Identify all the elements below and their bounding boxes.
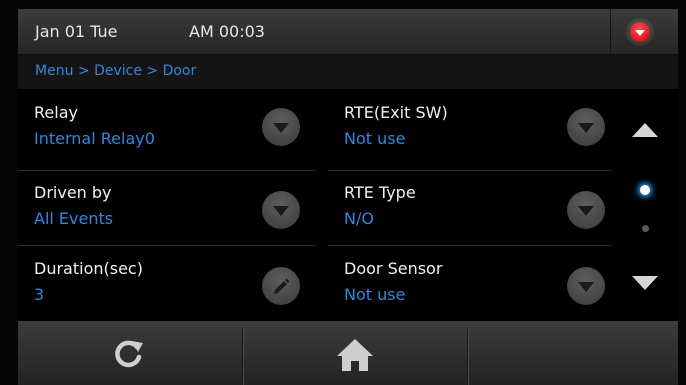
refresh-icon [115,340,143,368]
refresh-button[interactable] [18,321,242,385]
rte-type-label: RTE Type [344,183,416,202]
alert-button[interactable] [626,18,654,46]
driven-by-field[interactable]: Driven by All Events [18,169,326,243]
edit-button[interactable] [262,267,300,305]
door-sensor-value: Not use [344,285,406,304]
rte-exit-sw-field[interactable]: RTE(Exit SW) Not use [328,89,612,163]
driven-by-value: All Events [34,209,114,228]
scroll-down-icon[interactable] [632,276,658,290]
dropdown-icon[interactable] [567,191,605,229]
page-indicator-active [640,185,650,195]
date-text: Jan 01 Tue [35,22,118,41]
dropdown-icon[interactable] [567,108,605,146]
alert-icon [630,22,650,42]
rte-exit-sw-label: RTE(Exit SW) [344,103,448,122]
page-scroller [612,89,678,321]
time-text: AM 00:03 [189,22,265,41]
home-icon [337,339,373,371]
relay-label: Relay [34,103,78,122]
relay-value: Internal Relay0 [34,129,155,148]
bottom-bar [18,321,678,385]
door-settings-screen: Jan 01 Tue AM 00:03 Menu > Device > Door… [18,9,678,385]
rte-exit-sw-value: Not use [344,129,406,148]
door-sensor-field[interactable]: Door Sensor Not use [328,245,612,319]
breadcrumb-text: Menu > Device > Door [35,63,197,79]
duration-label: Duration(sec) [34,259,143,278]
rte-type-field[interactable]: RTE Type N/O [328,169,612,243]
dropdown-icon[interactable] [567,267,605,305]
page-indicator [642,225,649,232]
scroll-up-icon[interactable] [632,123,658,137]
dropdown-icon[interactable] [262,191,300,229]
door-sensor-label: Door Sensor [344,259,443,278]
status-divider [610,9,611,54]
empty-slot [468,321,678,385]
duration-field[interactable]: Duration(sec) 3 [18,245,326,319]
status-bar: Jan 01 Tue AM 00:03 [18,9,678,55]
dropdown-icon[interactable] [262,108,300,146]
breadcrumb: Menu > Device > Door [18,55,678,89]
driven-by-label: Driven by [34,183,112,202]
duration-value: 3 [34,285,45,304]
rte-type-value: N/O [344,209,374,228]
home-button[interactable] [243,321,467,385]
edit-icon [274,278,290,294]
relay-field[interactable]: Relay Internal Relay0 [18,89,326,163]
